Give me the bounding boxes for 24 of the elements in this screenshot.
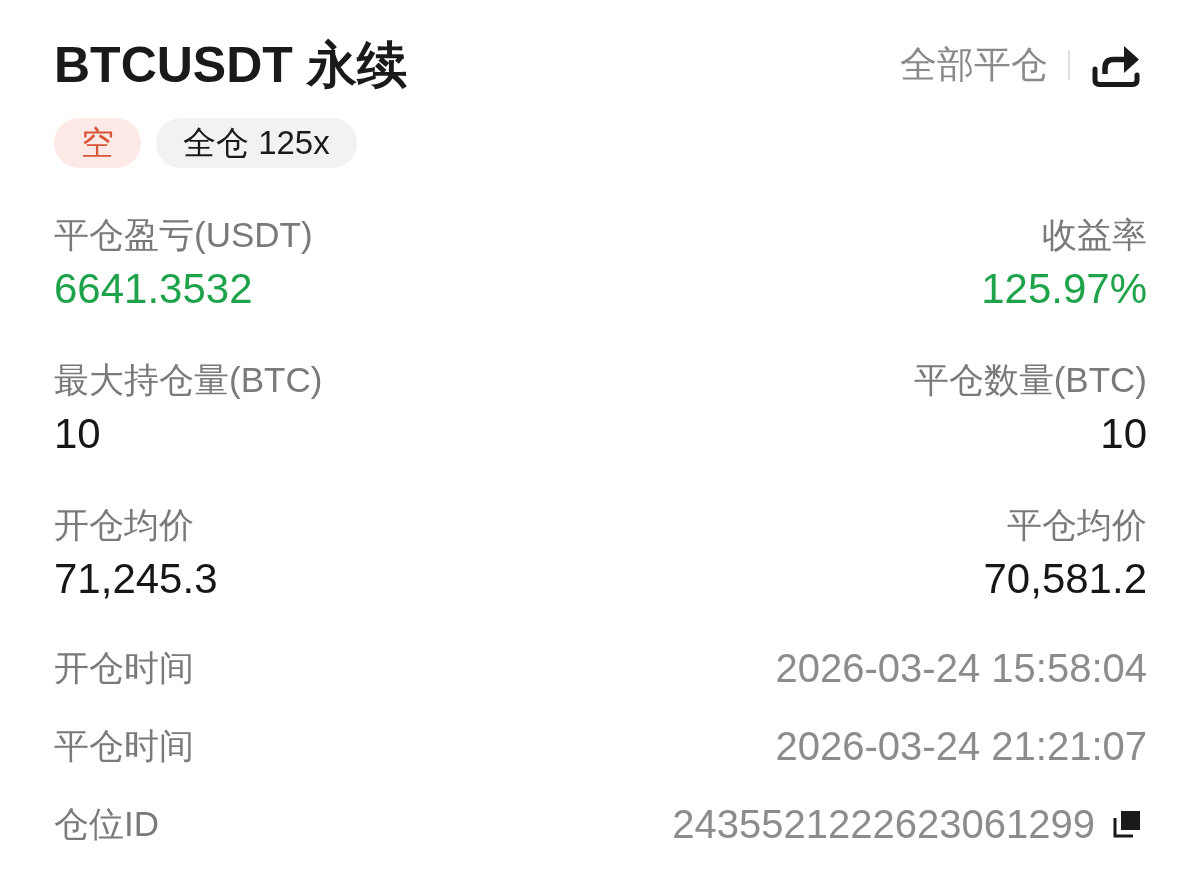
stat-value: 125.97% (981, 265, 1147, 313)
close-all-link[interactable]: 全部平仓 (900, 42, 1048, 88)
stat-value: 10 (54, 410, 101, 458)
stat-value: 6641.3532 (54, 265, 253, 313)
detail-value: 2435521222623061299 (672, 802, 1095, 846)
leverage-tag: 全仓 125x (156, 118, 357, 168)
stat-label: 最大持仓量(BTC) (54, 359, 323, 401)
detail-value: 2026-03-24 15:58:04 (775, 646, 1147, 690)
stat-label: 平仓数量(BTC) (913, 359, 1147, 401)
detail-label: 平仓时间 (54, 725, 194, 767)
stat-label: 开仓均价 (54, 504, 194, 546)
stat-label: 平仓盈亏(USDT) (54, 214, 313, 256)
page-title: BTCUSDT 永续 (54, 36, 407, 95)
stat-label: 收益率 (1042, 214, 1147, 256)
stat-value: 70,581.2 (983, 555, 1147, 603)
stat-label: 平仓均价 (1007, 504, 1147, 546)
detail-label: 开仓时间 (54, 647, 194, 689)
detail-label: 仓位ID (54, 803, 159, 845)
stat-value: 71,245.3 (54, 555, 218, 603)
stat-value: 10 (1100, 410, 1147, 458)
direction-tag: 空 (54, 118, 141, 168)
detail-value: 2026-03-24 21:21:07 (775, 724, 1147, 768)
share-icon[interactable] (1092, 43, 1140, 87)
copy-icon[interactable] (1113, 810, 1141, 838)
